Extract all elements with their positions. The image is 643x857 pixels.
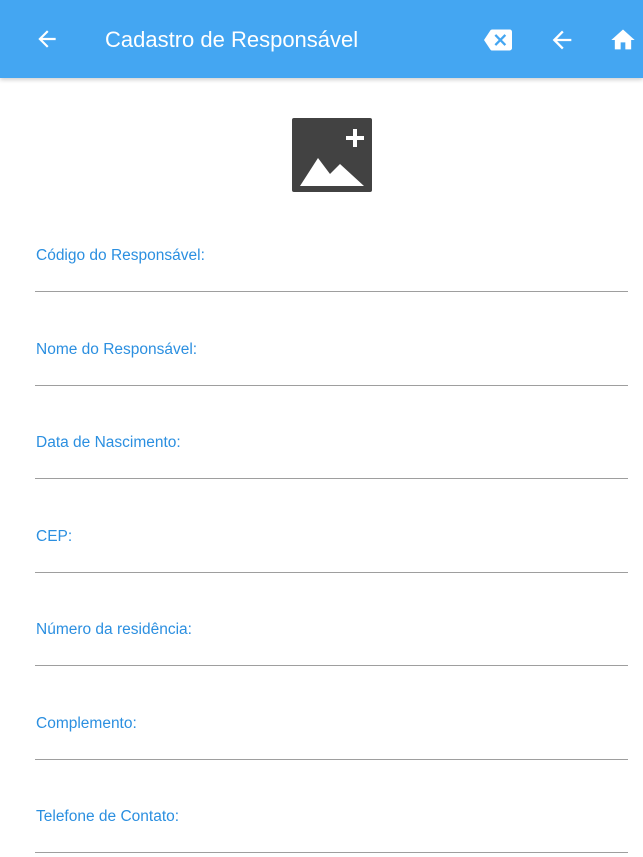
home-icon[interactable]	[609, 26, 637, 54]
app-bar: Cadastro de Responsável	[0, 0, 643, 78]
numero-residencia-field[interactable]: Número da residência:	[35, 620, 628, 670]
nome-responsavel-input[interactable]	[35, 360, 628, 384]
numero-residencia-input[interactable]	[35, 640, 628, 664]
page-title: Cadastro de Responsável	[105, 27, 359, 52]
field-underline	[35, 478, 628, 479]
telefone-contato-field[interactable]: Telefone de Contato:	[35, 807, 628, 857]
cep-input[interactable]	[35, 547, 628, 571]
clear-form-icon[interactable]	[484, 26, 512, 54]
codigo-responsavel-label: Código do Responsável:	[36, 247, 205, 264]
field-underline	[35, 665, 628, 666]
telefone-contato-label: Telefone de Contato:	[36, 808, 180, 825]
arrow-left-icon[interactable]	[548, 26, 576, 54]
data-nascimento-input[interactable]	[35, 453, 628, 477]
data-nascimento-field[interactable]: Data de Nascimento:	[35, 433, 628, 483]
cep-label: CEP:	[36, 528, 73, 545]
complemento-field[interactable]: Complemento:	[35, 714, 628, 764]
telefone-contato-input[interactable]	[35, 827, 628, 851]
data-nascimento-label: Data de Nascimento:	[36, 434, 181, 451]
nome-responsavel-field[interactable]: Nome do Responsável:	[35, 340, 628, 390]
field-underline	[35, 852, 628, 853]
add-photo-icon[interactable]	[292, 118, 372, 192]
cep-field[interactable]: CEP:	[35, 527, 628, 577]
field-underline	[35, 385, 628, 386]
nome-responsavel-label: Nome do Responsável:	[36, 341, 198, 358]
numero-residencia-label: Número da residência:	[36, 621, 192, 638]
complemento-input[interactable]	[35, 734, 628, 758]
field-underline	[35, 291, 628, 292]
field-underline	[35, 759, 628, 760]
field-underline	[35, 572, 628, 573]
codigo-responsavel-field[interactable]: Código do Responsável:	[35, 246, 628, 296]
back-arrow-icon[interactable]	[34, 26, 60, 52]
complemento-label: Complemento:	[36, 715, 137, 732]
codigo-responsavel-input[interactable]	[35, 266, 628, 290]
